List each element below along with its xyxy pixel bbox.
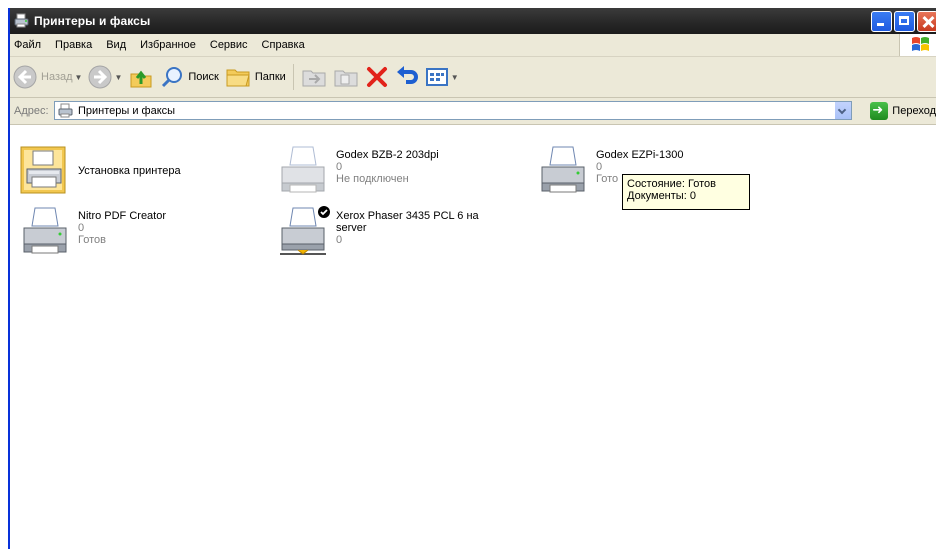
forward-button[interactable]: ▼	[85, 61, 125, 93]
copy-to-button[interactable]	[330, 61, 362, 93]
menu-bar: Файл Правка Вид Избранное Сервис Справка	[10, 34, 936, 57]
minimize-button[interactable]	[871, 11, 892, 32]
back-label: Назад	[41, 71, 73, 83]
item-name: Godex EZPi-1300	[596, 149, 684, 161]
menu-file[interactable]: Файл	[10, 39, 48, 51]
printer-icon	[281, 146, 325, 193]
printer-status-tooltip: Состояние: Готов Документы: 0	[622, 174, 750, 210]
menu-help[interactable]: Справка	[255, 39, 312, 51]
item-doc-count: 0	[78, 222, 85, 234]
folders-icon	[226, 69, 250, 87]
printer-icon	[541, 146, 585, 193]
copy-to-icon	[334, 70, 358, 87]
move-to-button[interactable]	[298, 61, 330, 93]
printer-item-default[interactable]: Xerox Phaser 3435 PCL 6 на server 0	[278, 206, 479, 258]
delete-icon	[366, 67, 387, 87]
back-button[interactable]: Назад ▼	[10, 61, 85, 93]
menu-tools[interactable]: Сервис	[203, 39, 255, 51]
add-printer-item[interactable]: Установка принтера	[20, 145, 181, 197]
go-label: Переход	[892, 105, 936, 117]
item-name: Godex BZB-2 203dpi	[336, 149, 439, 161]
item-doc-count: 0	[336, 234, 343, 246]
search-icon	[162, 67, 183, 88]
network-printer-icon	[280, 206, 330, 255]
folders-button[interactable]: Папки	[222, 61, 289, 93]
close-button[interactable]	[917, 11, 936, 32]
forward-dropdown-icon[interactable]: ▼	[114, 73, 122, 82]
back-dropdown-icon[interactable]: ▼	[75, 73, 83, 82]
tooltip-documents: Документы: 0	[627, 190, 696, 202]
item-doc-count: 0	[596, 161, 603, 173]
address-dropdown-button[interactable]	[834, 102, 851, 119]
menu-edit[interactable]: Правка	[48, 39, 99, 51]
windows-logo	[899, 34, 936, 56]
menu-view[interactable]: Вид	[99, 39, 133, 51]
address-bar: Адрес: Принтеры и факсы Переход	[10, 98, 936, 125]
address-label: Адрес:	[14, 105, 49, 117]
views-icon	[425, 68, 448, 86]
menu-favorites[interactable]: Избранное	[133, 39, 203, 51]
search-button[interactable]: Поиск	[157, 61, 221, 93]
item-status: Не подключен	[336, 173, 409, 185]
explorer-window: Принтеры и факсы Файл Правка Вид Избранн…	[8, 8, 936, 549]
printers-folder-icon	[58, 103, 73, 117]
move-to-icon	[302, 70, 326, 87]
up-folder-icon	[130, 70, 152, 88]
go-button[interactable]: Переход	[870, 102, 936, 120]
item-name: Xerox Phaser 3435 PCL 6 на	[336, 210, 479, 222]
address-value: Принтеры и факсы	[78, 104, 176, 117]
add-printer-icon	[20, 146, 66, 194]
undo-icon	[396, 66, 418, 84]
printer-item[interactable]: Godex BZB-2 203dpi 0 Не подключен	[278, 145, 439, 197]
delete-button[interactable]	[362, 61, 392, 93]
back-arrow-icon	[13, 65, 37, 89]
views-button[interactable]: ▼	[422, 61, 462, 93]
printer-list: Установка принтера Godex BZB-2 203dpi 0 …	[10, 125, 936, 549]
undo-button[interactable]	[392, 61, 422, 93]
tooltip-status: Состояние: Готов	[627, 178, 716, 190]
item-name: Nitro PDF Creator	[78, 210, 167, 222]
toolbar-separator	[292, 64, 294, 90]
printers-folder-icon	[14, 13, 29, 28]
printer-icon	[23, 207, 67, 254]
item-doc-count: 0	[336, 161, 343, 173]
maximize-button[interactable]	[894, 11, 915, 32]
toolbar: Назад ▼ ▼ Поиск Папки ▼	[10, 57, 936, 98]
up-folder-button[interactable]	[125, 61, 157, 93]
folders-label: Папки	[254, 71, 286, 83]
window-title: Принтеры и факсы	[34, 14, 151, 28]
item-name: Установка принтера	[78, 165, 181, 177]
item-status: Готов	[78, 234, 106, 246]
views-dropdown-icon[interactable]: ▼	[451, 73, 459, 82]
item-name-cont: server	[336, 222, 367, 234]
title-bar[interactable]: Принтеры и факсы	[10, 8, 936, 34]
go-arrow-icon	[870, 102, 889, 120]
address-field[interactable]: Принтеры и факсы	[54, 101, 852, 120]
search-label: Поиск	[188, 71, 219, 83]
forward-arrow-icon	[88, 65, 112, 89]
printer-item[interactable]: Nitro PDF Creator 0 Готов	[20, 206, 166, 258]
